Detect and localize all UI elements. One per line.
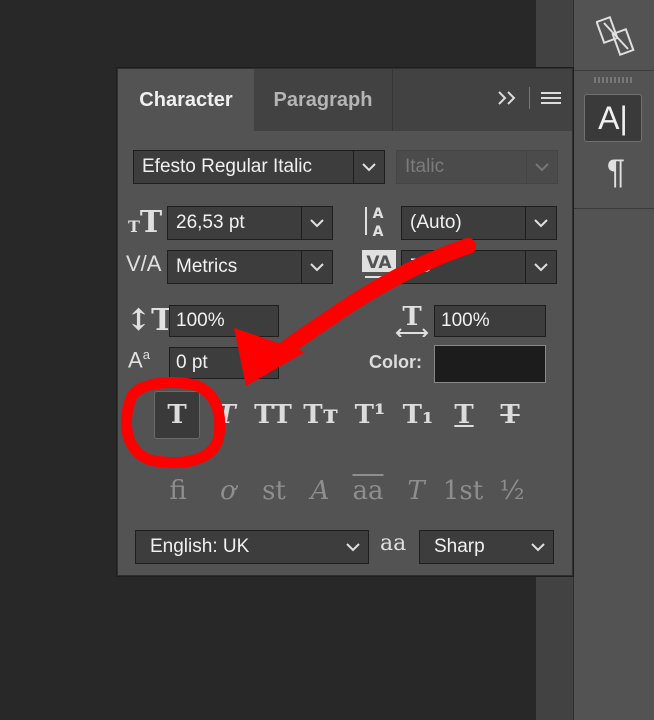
chevron-down-icon [362,162,376,171]
faux-bold-button[interactable]: T [154,391,200,439]
leading-field[interactable]: (Auto) [401,206,557,240]
ligature-icon: ﬁ [169,476,187,506]
discretionary-ligatures-icon: st [262,476,286,506]
strikethrough-button[interactable]: T [488,391,532,439]
glyph-swap-icon [596,15,635,57]
titling-alternates-button[interactable]: T [394,471,438,511]
underline-button[interactable]: T [442,391,486,439]
tab-character[interactable]: Character [118,69,254,131]
ordinals-icon: 1st [442,476,484,506]
antialias-dropdown[interactable]: Sharp [419,530,554,564]
dock-paragraph-button[interactable]: ¶ [596,150,636,194]
all-caps-icon: TT [254,400,292,430]
contextual-alternates-button[interactable]: ơ [206,471,250,511]
tracking-field[interactable]: 75 [401,250,557,284]
baseline-shift-icon: Aa [128,347,150,373]
color-label: Color: [369,352,422,372]
tracking-icon: VA [361,249,397,286]
dock-glyphs-button[interactable] [596,14,636,58]
chevron-down-icon [534,218,548,227]
all-caps-button[interactable]: TT [250,391,296,439]
svg-text:VA: VA [366,253,392,273]
menu-divider [529,87,530,109]
baseline-shift-field[interactable]: 0 pt [169,347,279,379]
collapse-panel-icon[interactable] [497,90,519,106]
faux-bold-icon: T [167,400,187,430]
strikethrough-icon: T [500,400,520,430]
superscript-button[interactable]: T¹ [348,391,392,439]
underline-icon: T [454,400,474,430]
chevron-down-icon [531,542,545,551]
language-dropdown[interactable]: English: UK [135,530,369,564]
swash-button[interactable]: A [298,471,342,511]
small-caps-button[interactable]: Tт [298,391,344,439]
font-family-dropdown[interactable]: Efesto Regular Italic [133,150,385,184]
discretionary-ligatures-button[interactable]: st [252,471,296,511]
svg-text:A: A [373,206,384,222]
faux-italic-button[interactable]: T [206,391,246,439]
right-dock: A| ¶ [573,0,654,720]
titling-alternates-icon: T [407,476,425,506]
antialias-icon: aa [380,531,407,556]
character-panel-icon: A| [598,99,628,136]
stylistic-alternates-icon: aa [352,476,384,506]
color-swatch[interactable] [434,345,546,383]
svg-text:T: T [402,303,422,332]
subscript-button[interactable]: T₁ [396,391,440,439]
panel-tabbar: Character Paragraph [118,69,572,131]
chevron-down-icon [310,218,324,227]
vertical-scale-icon: ↕T [126,303,174,338]
chevron-down-icon [346,542,360,551]
kerning-icon: V/A [126,251,162,276]
dock-character-button[interactable]: A| [584,94,642,142]
ordinals-button[interactable]: 1st [440,471,486,511]
stylistic-alternates-button[interactable]: aa [346,471,390,511]
panel-menu-icon[interactable] [540,90,562,106]
font-style-dropdown[interactable]: Italic [396,150,558,184]
chevron-down-icon [534,262,548,271]
horizontal-scale-icon: T [394,302,430,342]
font-size-field[interactable]: 26,53 pt [167,206,333,240]
chevron-down-icon [535,162,549,171]
tab-paragraph[interactable]: Paragraph [254,69,393,131]
fractions-icon: ½ [499,476,525,506]
font-size-icon: TT [128,205,163,240]
paragraph-icon: ¶ [606,152,626,191]
vertical-scale-field[interactable]: 100% [169,305,279,337]
swash-icon: A [310,476,330,506]
character-panel: Character Paragraph Efesto Regular Itali… [117,68,573,576]
faux-italic-icon: T [216,400,236,430]
horizontal-scale-field[interactable]: 100% [434,305,546,337]
svg-text:A: A [373,224,384,239]
kerning-dropdown[interactable]: Metrics [167,250,333,284]
contextual-alternates-icon: ơ [220,476,236,506]
superscript-icon: T¹ [354,400,386,430]
small-caps-icon: Tт [303,400,339,430]
leading-icon: A A [362,203,394,244]
chevron-down-icon [310,262,324,271]
subscript-icon: T₁ [402,400,434,430]
standard-ligatures-button[interactable]: ﬁ [156,471,200,511]
fractions-button[interactable]: ½ [490,471,534,511]
